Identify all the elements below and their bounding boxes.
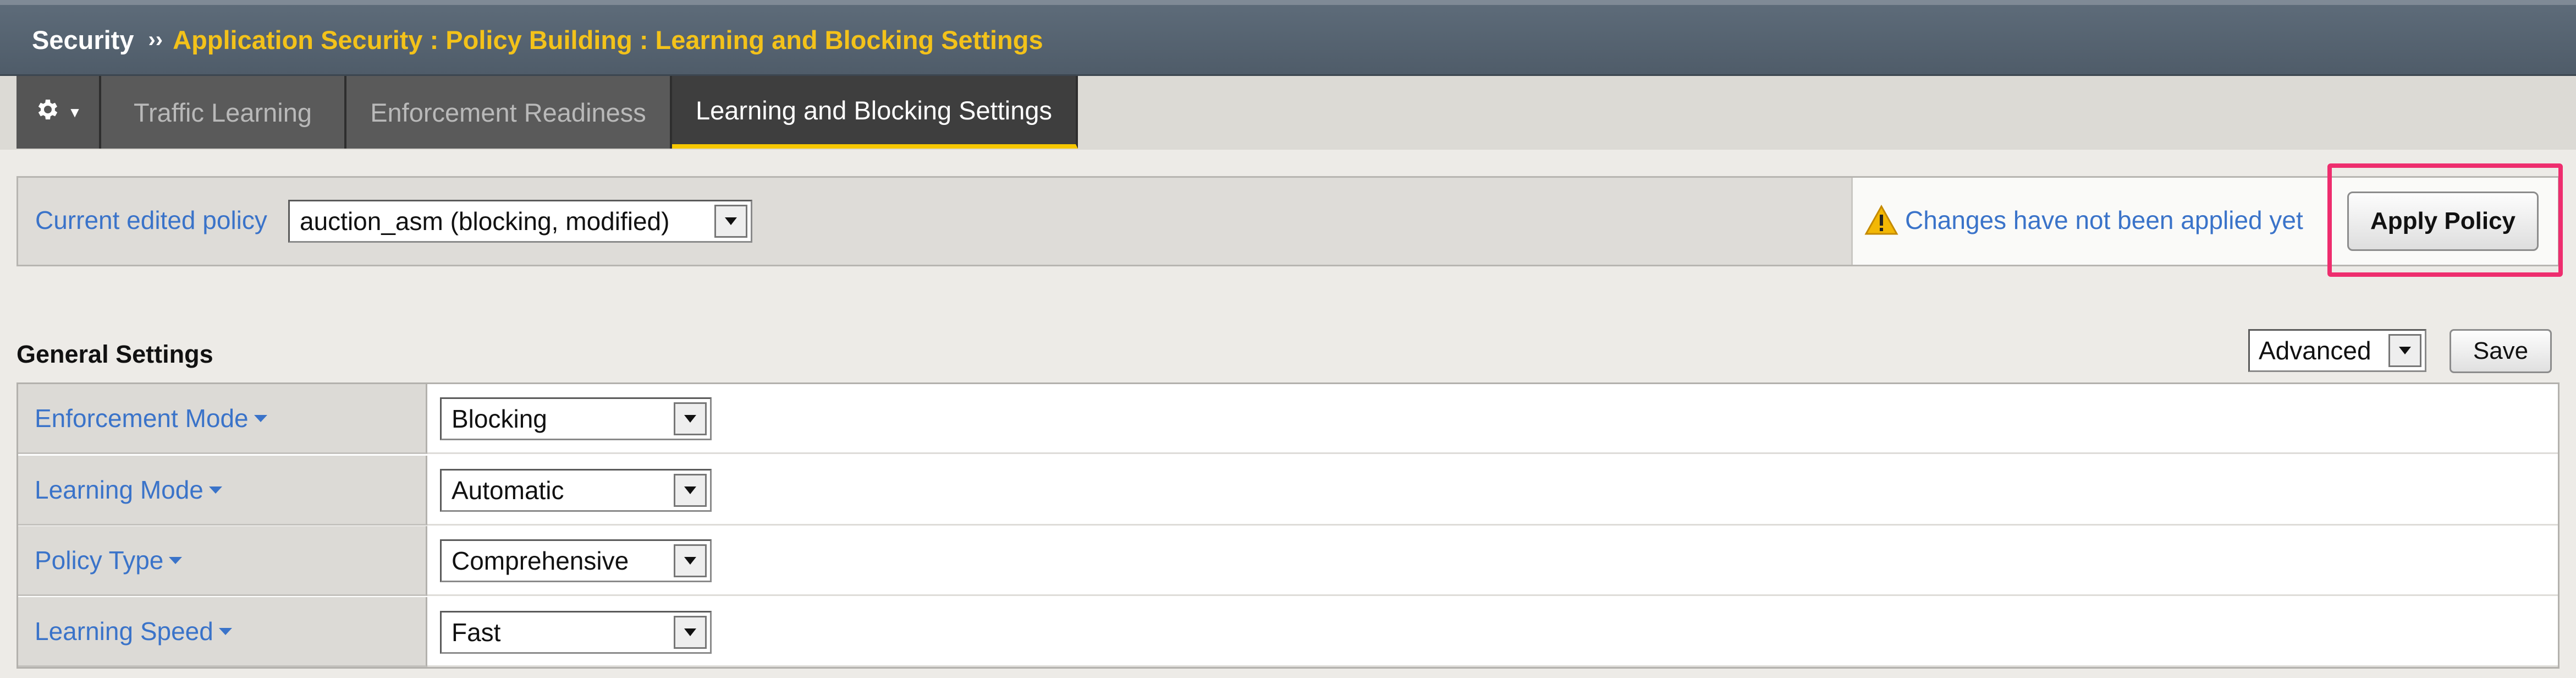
breadcrumb-path: Application Security : Policy Building :…: [173, 25, 1043, 54]
row-learning-speed-label[interactable]: Learning Speed: [18, 597, 427, 667]
policy-select-value: auction_asm (blocking, modified): [300, 207, 670, 236]
chevron-down-icon: [208, 486, 222, 494]
dropdown-arrow-icon: [714, 205, 747, 238]
view-mode-value: Advanced: [2259, 336, 2371, 365]
learning-speed-select[interactable]: Fast: [440, 611, 712, 654]
tab-traffic-learning[interactable]: Traffic Learning: [101, 76, 346, 149]
save-button[interactable]: Save: [2450, 329, 2552, 373]
general-settings-title: General Settings: [16, 340, 213, 368]
chevron-down-icon: ▼: [68, 103, 82, 121]
dropdown-arrow-icon: [674, 616, 707, 649]
chevron-down-icon: [254, 414, 267, 422]
view-mode-select[interactable]: Advanced: [2248, 329, 2426, 372]
enforcement-mode-select[interactable]: Blocking: [440, 397, 712, 440]
gear-icon: [34, 96, 60, 129]
row-enforcement-mode-label[interactable]: Enforcement Mode: [18, 384, 427, 454]
apply-policy-button[interactable]: Apply Policy: [2347, 192, 2539, 251]
warning-icon: [1864, 204, 1898, 236]
row-learning-mode-label[interactable]: Learning Mode: [18, 456, 427, 526]
breadcrumb-root[interactable]: Security: [32, 25, 134, 55]
policy-label[interactable]: Current edited policy: [35, 205, 267, 235]
row-policy-type-label[interactable]: Policy Type: [18, 526, 427, 596]
learning-speed-label: Learning Speed: [35, 617, 213, 646]
learning-mode-label: Learning Mode: [35, 475, 203, 504]
tab-enforcement-readiness[interactable]: Enforcement Readiness: [346, 76, 672, 149]
row-policy-type-value: [427, 526, 2558, 596]
chevron-down-icon: [169, 556, 183, 564]
tab-strip: ▼ Traffic Learning Enforcement Readiness…: [0, 76, 2576, 150]
chevron-down-icon: [218, 627, 232, 635]
learning-speed-value: Fast: [452, 618, 501, 647]
learning-mode-value: Automatic: [452, 476, 564, 505]
row-enforcement-mode-value: [427, 384, 2558, 454]
enforcement-mode-value: Blocking: [452, 404, 547, 433]
dropdown-arrow-icon: [674, 544, 707, 577]
row-learning-mode-value: [427, 456, 2558, 526]
tab-learning-and-blocking-settings[interactable]: Learning and Blocking Settings: [672, 76, 1078, 149]
breadcrumb-separator: ››: [148, 27, 163, 52]
gear-menu-button[interactable]: ▼: [16, 76, 101, 149]
policy-type-select[interactable]: Comprehensive: [440, 539, 712, 582]
dropdown-arrow-icon: [674, 474, 707, 507]
policy-select[interactable]: auction_asm (blocking, modified): [288, 200, 752, 243]
learning-mode-select[interactable]: Automatic: [440, 469, 712, 512]
breadcrumb: Security ›› Application Security : Polic…: [0, 0, 2576, 76]
policy-type-label: Policy Type: [35, 546, 164, 575]
enforcement-mode-label: Enforcement Mode: [35, 404, 249, 433]
dropdown-arrow-icon: [674, 402, 707, 435]
policy-type-value: Comprehensive: [452, 546, 629, 575]
row-learning-speed-value: [427, 597, 2558, 667]
dropdown-arrow-icon: [2388, 334, 2421, 367]
unapplied-changes-notice[interactable]: Changes have not been applied yet: [1905, 205, 2303, 235]
